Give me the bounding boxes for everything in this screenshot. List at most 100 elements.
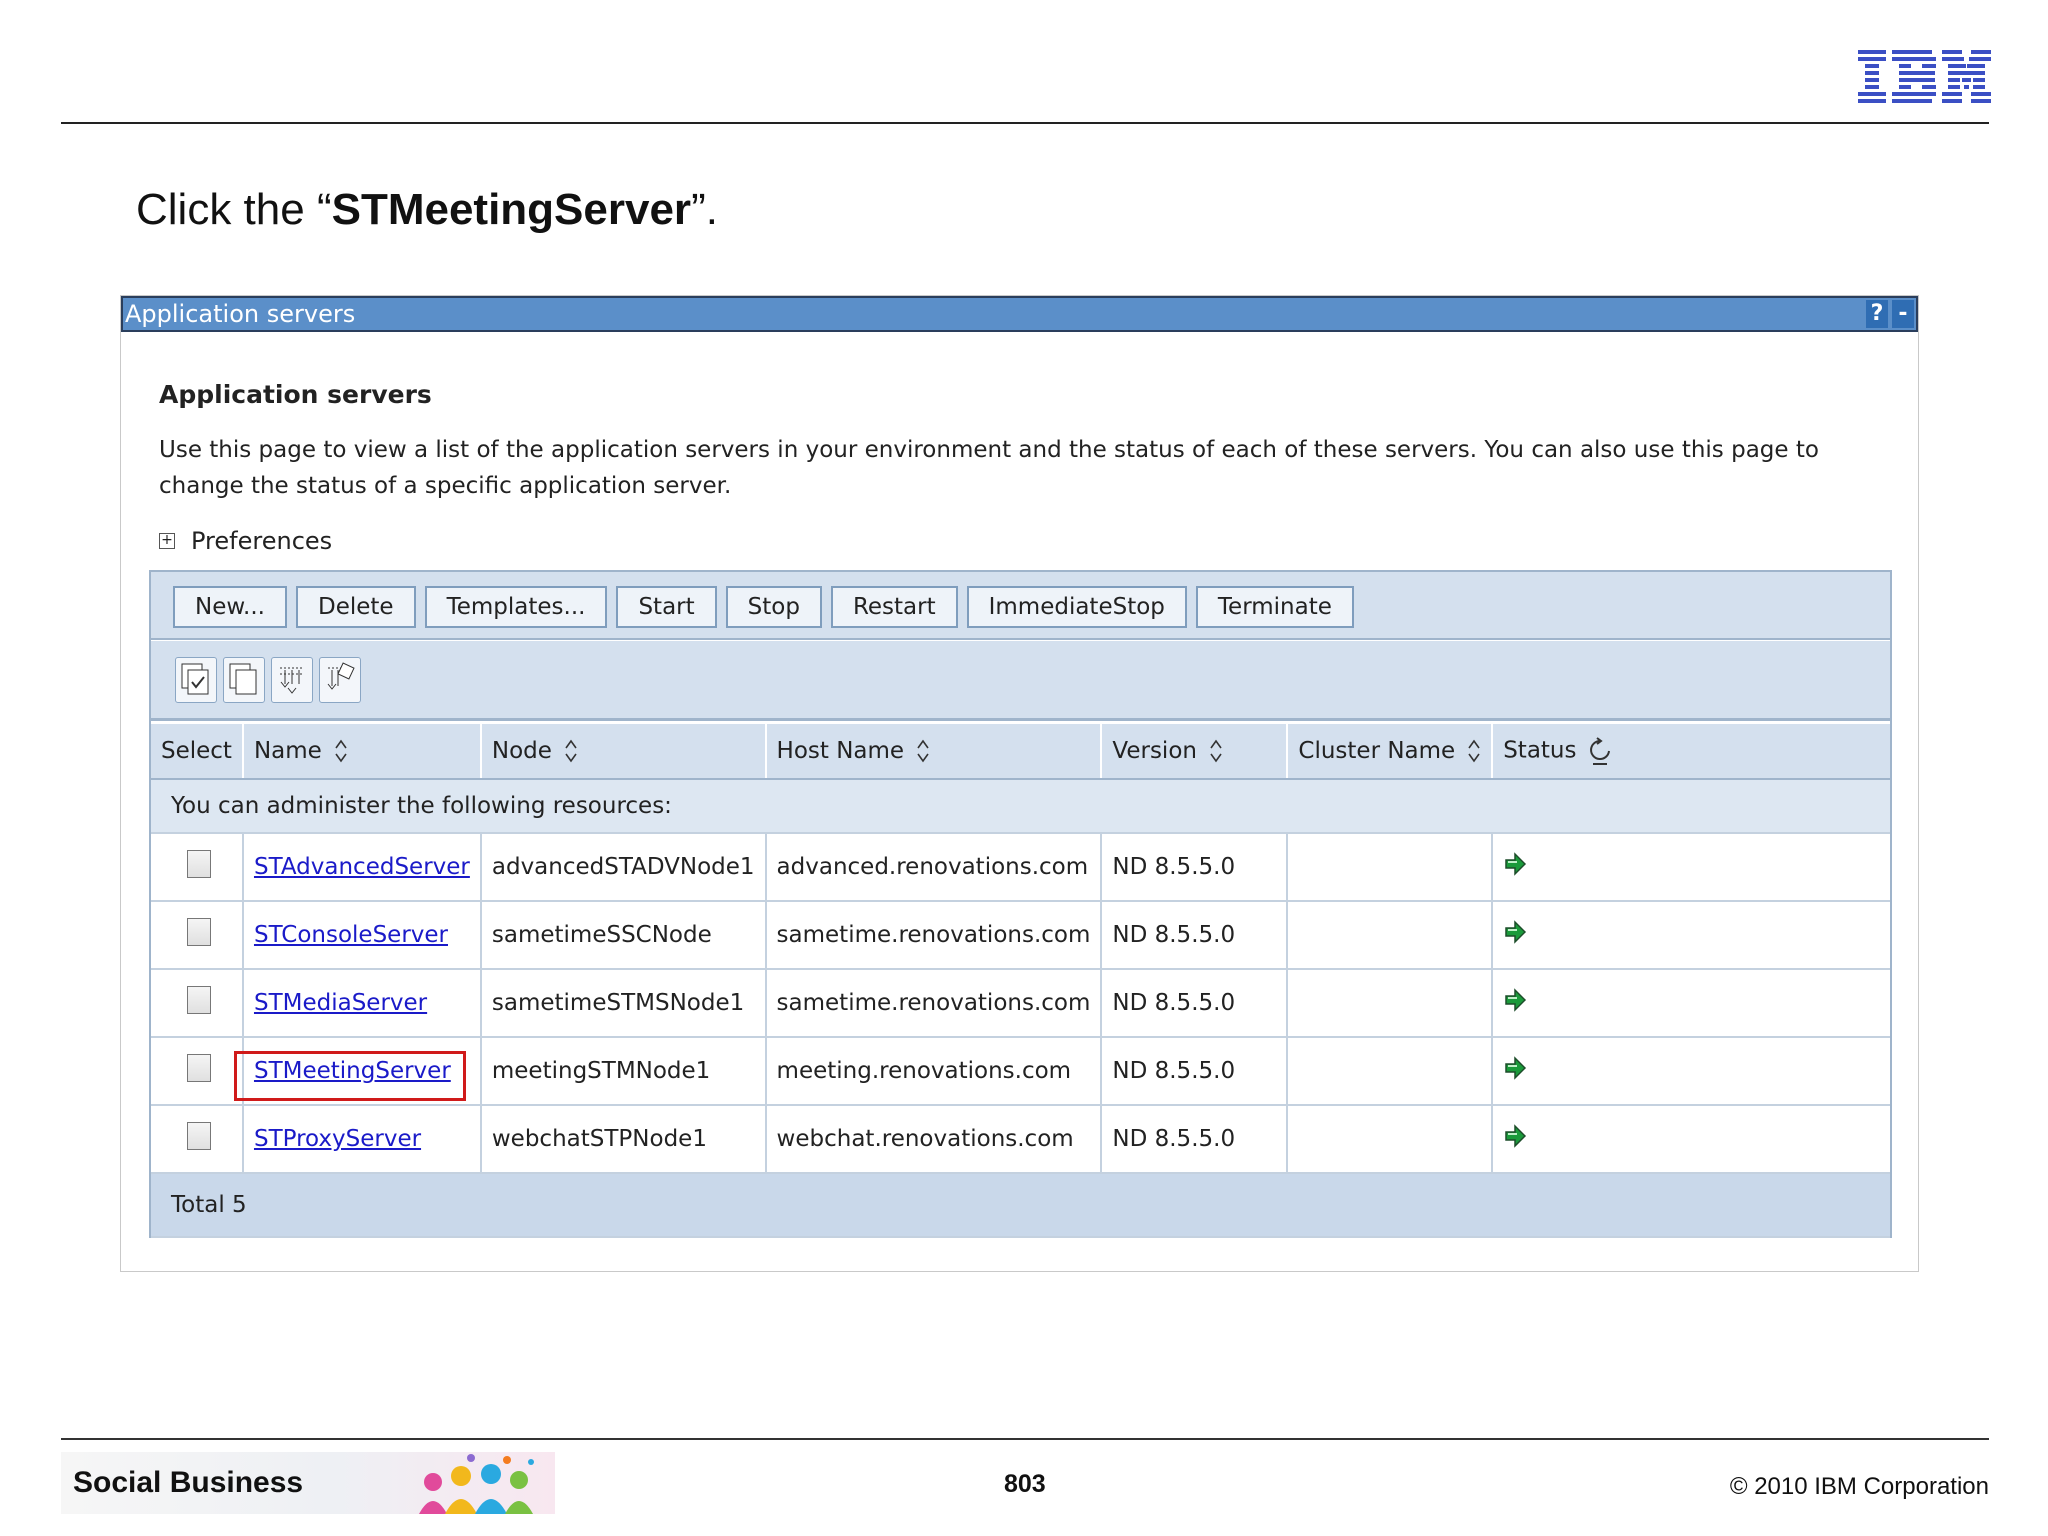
server-name-link[interactable]: STProxyServer (254, 1126, 421, 1152)
select-cell (151, 969, 244, 1038)
footer-brand: Social Business (73, 1466, 304, 1499)
status-started-icon (1505, 988, 1527, 1012)
sort-icon[interactable] (564, 738, 578, 764)
refresh-icon[interactable] (1589, 737, 1611, 765)
preferences-toggle[interactable]: + Preferences (159, 527, 332, 555)
portlet-title-bar: Application servers ? - (121, 296, 1918, 332)
select-cell (151, 1037, 244, 1106)
immediate-stop-button[interactable]: ImmediateStop (966, 586, 1187, 628)
people-graphic (419, 1454, 534, 1514)
application-servers-portlet: Application servers ? - Application serv… (120, 295, 1919, 1272)
ibm-logo (1858, 50, 1991, 103)
node-cell: sametimeSTMSNode1 (480, 969, 767, 1038)
server-name-link[interactable]: STMeetingServer (254, 1058, 451, 1084)
version-cell: ND 8.5.5.0 (1101, 1037, 1289, 1106)
status-started-icon (1505, 852, 1527, 876)
sort-icon[interactable] (1209, 738, 1223, 764)
admin-note-row: You can administer the following resourc… (151, 779, 1890, 834)
footer-rule (61, 1438, 1989, 1440)
clear-filter-icon[interactable] (319, 657, 361, 703)
help-icon[interactable]: ? (1866, 300, 1888, 328)
start-button[interactable]: Start (616, 586, 717, 628)
page-number: 803 (1004, 1470, 1046, 1498)
select-all-icon[interactable] (175, 657, 217, 703)
stop-button[interactable]: Stop (725, 586, 822, 628)
host-cell: advanced.renovations.com (765, 833, 1103, 902)
server-name-link[interactable]: STMediaServer (254, 990, 427, 1016)
servers-table: Select Name Node Host Name Version Clust… (151, 724, 1890, 1238)
server-name-link[interactable]: STConsoleServer (254, 922, 448, 948)
cluster-cell (1287, 969, 1494, 1038)
name-cell: STAdvancedServer (242, 833, 482, 902)
host-cell: sametime.renovations.com (765, 969, 1103, 1038)
table-header-row: Select Name Node Host Name Version Clust… (151, 724, 1890, 780)
cluster-cell (1287, 901, 1494, 970)
status-cell (1492, 901, 1890, 970)
templates-button[interactable]: Templates... (424, 586, 608, 628)
table-row: STAdvancedServer advancedSTADVNode1 advanc… (151, 833, 1890, 902)
preferences-label: Preferences (191, 527, 333, 555)
version-cell: ND 8.5.5.0 (1101, 901, 1289, 970)
col-header-version[interactable]: Version (1101, 724, 1289, 780)
sort-icon[interactable] (1467, 738, 1481, 764)
status-started-icon (1505, 920, 1527, 944)
col-header-host-name[interactable]: Host Name (765, 724, 1103, 780)
table-row: STMediaServer sametimeSTMSNode1 sametime.r… (151, 969, 1890, 1038)
sort-icon[interactable] (334, 738, 348, 764)
col-header-status[interactable]: Status (1492, 724, 1890, 780)
server-name-link[interactable]: STAdvancedServer (254, 854, 470, 880)
name-cell: STMeetingServer (242, 1037, 482, 1106)
deselect-all-icon[interactable] (223, 657, 265, 703)
row-checkbox[interactable] (187, 1054, 211, 1082)
row-checkbox[interactable] (187, 986, 211, 1014)
portlet-title: Application servers (125, 300, 356, 328)
node-cell: meetingSTMNode1 (480, 1037, 767, 1106)
version-cell: ND 8.5.5.0 (1101, 969, 1289, 1038)
node-cell: webchatSTPNode1 (480, 1105, 767, 1174)
copyright-text: © 2010 IBM Corporation (1729, 1473, 1989, 1500)
delete-button[interactable]: Delete (296, 586, 416, 628)
status-started-icon (1505, 1056, 1527, 1080)
total-row: Total 5 (151, 1173, 1890, 1238)
status-cell (1492, 1105, 1890, 1174)
new-button[interactable]: New... (173, 586, 287, 628)
cluster-cell (1287, 833, 1494, 902)
total-count: Total 5 (151, 1173, 1890, 1238)
cluster-cell (1287, 1105, 1494, 1174)
host-cell: meeting.renovations.com (765, 1037, 1103, 1106)
row-checkbox[interactable] (187, 1122, 211, 1150)
version-cell: ND 8.5.5.0 (1101, 833, 1289, 902)
node-cell: advancedSTADVNode1 (480, 833, 767, 902)
minimize-icon[interactable]: - (1892, 300, 1914, 328)
select-cell (151, 833, 244, 902)
table-icon-bar (151, 641, 1890, 721)
row-checkbox[interactable] (187, 850, 211, 878)
show-filter-icon[interactable] (271, 657, 313, 703)
col-header-select: Select (151, 724, 244, 780)
instruction-emphasis: STMeetingServer (331, 185, 692, 234)
action-toolbar: New... Delete Templates... Start Stop Re… (151, 572, 1890, 640)
terminate-button[interactable]: Terminate (1195, 586, 1354, 628)
col-header-node[interactable]: Node (480, 724, 767, 780)
status-cell (1492, 833, 1890, 902)
name-cell: STProxyServer (242, 1105, 482, 1174)
select-cell (151, 901, 244, 970)
admin-note: You can administer the following resourc… (151, 779, 1890, 834)
status-cell (1492, 969, 1890, 1038)
sort-icon[interactable] (916, 738, 930, 764)
table-row: STConsoleServer sametimeSSCNode sametime.r… (151, 901, 1890, 970)
name-cell: STMediaServer (242, 969, 482, 1038)
col-header-cluster-name[interactable]: Cluster Name (1287, 724, 1494, 780)
section-heading: Application servers (159, 380, 432, 409)
col-header-name[interactable]: Name (242, 724, 482, 780)
host-cell: webchat.renovations.com (765, 1105, 1103, 1174)
row-checkbox[interactable] (187, 918, 211, 946)
cluster-cell (1287, 1037, 1494, 1106)
social-business-banner: Social Business (61, 1452, 555, 1514)
restart-button[interactable]: Restart (830, 586, 958, 628)
expand-plus-icon: + (159, 533, 175, 549)
name-cell: STConsoleServer (242, 901, 482, 970)
header-rule (61, 122, 1989, 124)
node-cell: sametimeSSCNode (480, 901, 767, 970)
table-row: STProxyServer webchatSTPNode1 webchat.reno… (151, 1105, 1890, 1174)
